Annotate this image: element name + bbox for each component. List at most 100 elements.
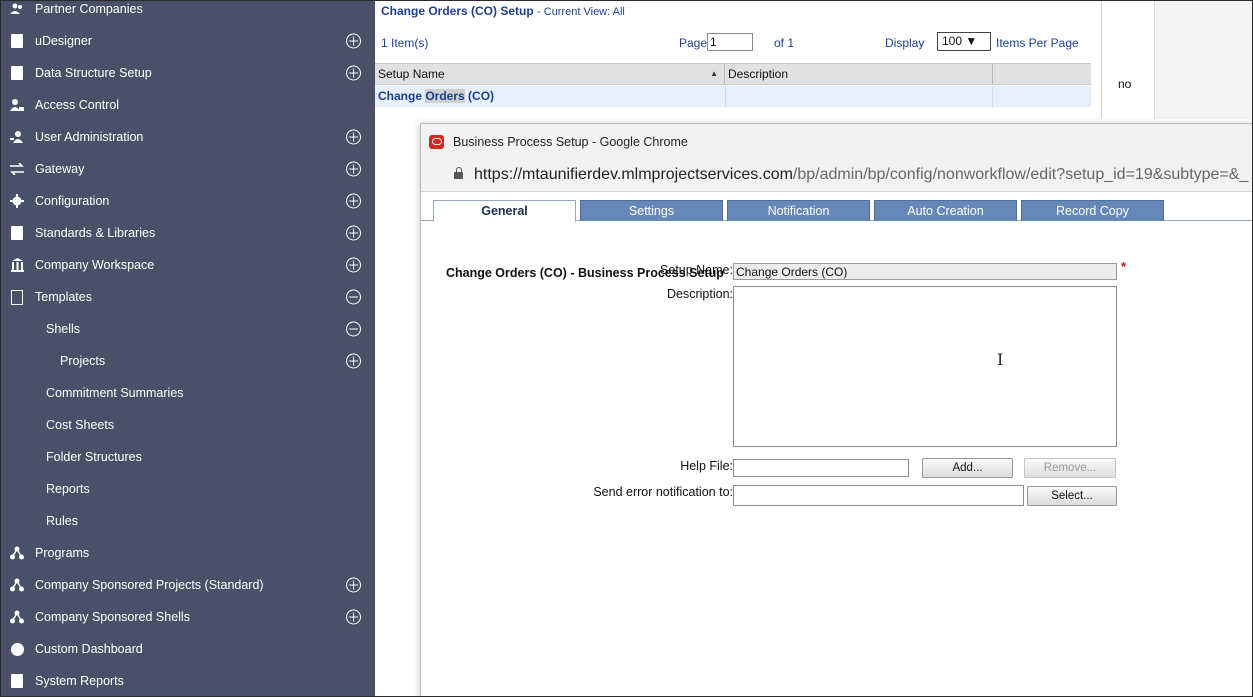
expand-plus-icon[interactable] (346, 577, 361, 593)
document-icon (10, 34, 24, 48)
sidebar-item-folder-structures[interactable]: Folder Structures (1, 441, 375, 473)
gear-icon (10, 194, 24, 208)
expand-plus-icon[interactable] (346, 609, 361, 625)
users-icon (10, 98, 24, 112)
column-header-label: Setup Name (378, 67, 445, 81)
sidebar-item-reports[interactable]: Reports (1, 473, 375, 505)
description-textarea[interactable] (733, 286, 1117, 447)
description-label: Description: (667, 287, 733, 301)
sidebar-item-label: Standards & Libraries (35, 226, 156, 240)
building-icon (10, 258, 24, 272)
sidebar-item-custom-dashboard[interactable]: Custom Dashboard (1, 633, 375, 665)
people-icon (10, 2, 24, 16)
add-help-file-button[interactable]: Add... (922, 458, 1013, 478)
sidebar-item-commitment-summaries[interactable]: Commitment Summaries (1, 377, 375, 409)
required-indicator: * (1121, 259, 1127, 274)
sidebar-item-company-sponsored-shells[interactable]: Company Sponsored Shells (1, 601, 375, 633)
items-per-page-select[interactable]: 100 ▼ (937, 32, 991, 51)
collapse-minus-icon[interactable] (346, 289, 361, 305)
sidebar-item-label: Data Structure Setup (35, 66, 152, 80)
sidebar-item-label: Company Workspace (35, 258, 155, 272)
sidebar-item-label: Partner Companies (35, 2, 143, 16)
hierarchy-icon (10, 546, 24, 560)
sidebar-item-label: Rules (46, 514, 78, 528)
sidebar-item-system-reports[interactable]: System Reports (1, 665, 375, 696)
tab-notification[interactable]: Notification (727, 200, 870, 221)
expand-plus-icon[interactable] (346, 33, 361, 49)
column-header-setup-name[interactable]: Setup Name ▲ (375, 64, 725, 84)
window-title: Business Process Setup - Google Chrome (453, 135, 688, 149)
help-file-label: Help File: (680, 459, 733, 473)
url-path: /bp/admin/bp/config/nonworkflow/edit?set… (792, 166, 1249, 183)
sidebar-item-label: uDesigner (35, 34, 92, 48)
sidebar-item-cost-sheets[interactable]: Cost Sheets (1, 409, 375, 441)
setup-name-field[interactable] (733, 263, 1117, 280)
table-header: Setup Name ▲ Description (375, 63, 1091, 85)
expand-plus-icon[interactable] (346, 257, 361, 273)
sidebar-item-configuration[interactable]: Configuration (1, 185, 375, 217)
expand-plus-icon[interactable] (346, 353, 361, 369)
sidebar-item-rules[interactable]: Rules (1, 505, 375, 537)
hierarchy-icon (10, 578, 24, 592)
sidebar-item-udesigner[interactable]: uDesigner (1, 25, 375, 57)
sidebar-item-label: Projects (60, 354, 106, 368)
sidebar-item-shells[interactable]: Shells (1, 313, 375, 345)
column-header-description[interactable]: Description (725, 64, 993, 84)
sidebar-item-access-control[interactable]: Access Control (1, 89, 375, 121)
book-icon (10, 226, 24, 240)
sidebar-item-label: Reports (46, 482, 90, 496)
expand-plus-icon[interactable] (346, 129, 361, 145)
sidebar-item-label: Folder Structures (46, 450, 142, 464)
sidebar-item-partner-companies[interactable]: Partner Companies (1, 1, 375, 25)
sidebar-item-label: Access Control (35, 98, 120, 112)
screen: Partner Companies uDesigner Data Structu… (0, 0, 1253, 697)
hierarchy-icon (10, 610, 24, 624)
tab-record-copy[interactable]: Record Copy (1021, 200, 1164, 221)
cell-text-highlight: Orders (425, 89, 465, 103)
sidebar-item-company-sponsored-projects[interactable]: Company Sponsored Projects (Standard) (1, 569, 375, 601)
expand-plus-icon[interactable] (346, 161, 361, 177)
expand-plus-icon[interactable] (346, 193, 361, 209)
item-count: 1 Item(s) (381, 36, 429, 50)
cell-text: (CO) (464, 89, 495, 103)
sidebar-item-user-administration[interactable]: User Administration (1, 121, 375, 153)
url-host: https://mtaunifierdev.mlmprojectservices… (474, 166, 793, 183)
sidebar-item-label: Configuration (35, 194, 110, 208)
send-error-notification-field[interactable] (733, 485, 1024, 506)
oracle-logo-icon (429, 135, 444, 149)
tab-auto-creation[interactable]: Auto Creation (874, 200, 1017, 221)
sidebar-item-standards-libraries[interactable]: Standards & Libraries (1, 217, 375, 249)
sidebar-item-programs[interactable]: Programs (1, 537, 375, 569)
send-error-notification-label: Send error notification to: (593, 485, 733, 499)
collapse-minus-icon[interactable] (346, 321, 361, 337)
tab-general[interactable]: General (433, 200, 576, 222)
items-per-page-label: Items Per Page (996, 36, 1079, 50)
tab-bar: General Settings Notification Auto Creat… (421, 193, 1252, 222)
expand-plus-icon[interactable] (346, 225, 361, 241)
table-row[interactable]: Change Orders (CO) (375, 86, 1091, 107)
address-bar[interactable]: https://mtaunifierdev.mlmprojectservices… (421, 160, 1252, 192)
setup-name-cell[interactable]: Change Orders (CO) (375, 86, 494, 107)
tab-settings[interactable]: Settings (580, 200, 723, 221)
sidebar-item-label: Commitment Summaries (46, 386, 184, 400)
sort-ascending-icon: ▲ (710, 69, 718, 78)
sidebar-item-label: Programs (35, 546, 90, 560)
page-total-label: of 1 (774, 36, 795, 50)
sidebar-item-label: Company Sponsored Projects (Standard) (35, 578, 264, 592)
select-recipient-button[interactable]: Select... (1027, 486, 1117, 506)
page-number-input[interactable] (707, 33, 753, 51)
sidebar-item-label: Cost Sheets (46, 418, 115, 432)
help-file-field[interactable] (733, 459, 909, 477)
sidebar-item-label: Custom Dashboard (35, 642, 143, 656)
sidebar-item-gateway[interactable]: Gateway (1, 153, 375, 185)
expand-plus-icon[interactable] (346, 65, 361, 81)
window-titlebar[interactable]: Business Process Setup - Google Chrome (421, 124, 1252, 160)
sidebar-item-company-workspace[interactable]: Company Workspace (1, 249, 375, 281)
column-header-label: Description (728, 67, 789, 81)
remove-help-file-button[interactable]: Remove... (1024, 458, 1116, 478)
panel-title: Change Orders (CO) Setup - Current View:… (381, 4, 625, 18)
panel-title-text: Change Orders (CO) Setup (381, 4, 534, 18)
sidebar-item-data-structure-setup[interactable]: Data Structure Setup (1, 57, 375, 89)
sidebar-item-projects[interactable]: Projects (1, 345, 375, 377)
sidebar-item-templates[interactable]: Templates (1, 281, 375, 313)
